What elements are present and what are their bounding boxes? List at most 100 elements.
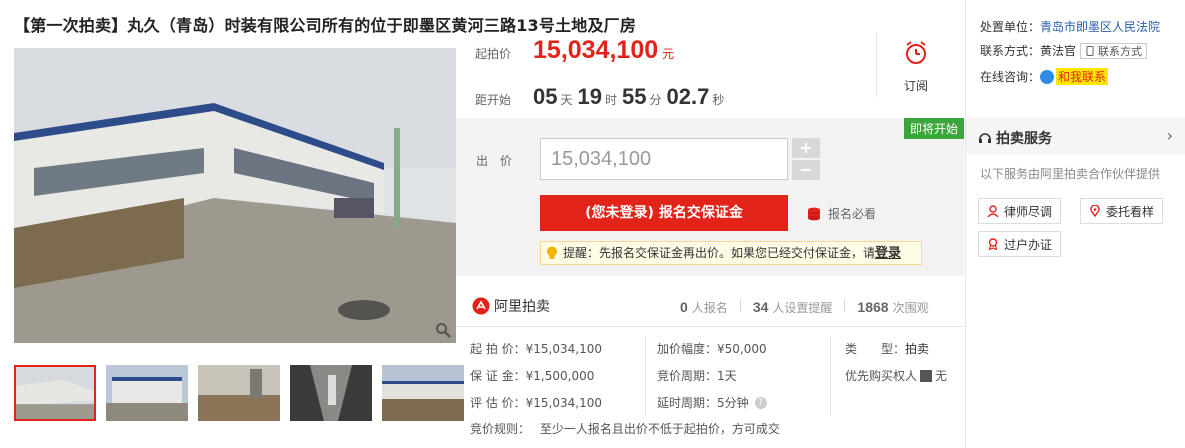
increase-button[interactable]: + xyxy=(792,138,820,158)
subscribe-divider xyxy=(876,32,877,97)
decrease-button[interactable]: − xyxy=(792,160,820,180)
views-count: 1868 xyxy=(857,299,889,315)
zoom-icon[interactable] xyxy=(432,319,454,341)
thumbnail-4[interactable] xyxy=(290,365,372,421)
status-badge: 即将开始 xyxy=(903,118,964,139)
court-info: 处置单位： 青岛市即墨区人民法院 xyxy=(980,18,1160,35)
detail-priority-value: 无 xyxy=(935,369,948,383)
lawyer-service-label: 律师尽调 xyxy=(1004,204,1053,219)
detail-appraisal: 评 估 价：¥15,034,100 xyxy=(470,394,602,411)
main-photo[interactable] xyxy=(14,48,456,343)
chat-info: 在线咨询： 和我联系 xyxy=(980,68,1109,85)
countdown-seconds: 02.7 xyxy=(666,84,710,109)
lawyer-icon xyxy=(987,205,999,217)
alarm-clock-icon xyxy=(906,41,926,64)
start-price-row: 起拍价 15,034,100 元 xyxy=(475,36,674,65)
countdown-days: 05 xyxy=(533,84,558,109)
detail-priority-label: 优先购买权人 xyxy=(845,369,918,383)
detail-deposit: 保 证 金：¥1,500,000 xyxy=(470,367,594,384)
start-price-unit: 元 xyxy=(662,47,675,61)
must-read-label: 报名必看 xyxy=(828,207,877,221)
detail-rules-label: 竞价规则： xyxy=(470,422,531,436)
detail-delay-label: 延时周期： xyxy=(657,396,718,410)
auction-service-header[interactable]: 拍卖服务 › xyxy=(966,118,1185,154)
viewing-service-button[interactable]: 委托看样 xyxy=(1080,198,1164,224)
thumbnail-2[interactable] xyxy=(106,365,188,421)
tip-text: 提醒：先报名交保证金再出价。如果您已经交付保证金，请 xyxy=(563,246,876,260)
contact-info: 联系方式： 黄法官 联系方式 xyxy=(980,42,1148,59)
reminder-count: 34 xyxy=(752,299,769,315)
contact-button-label: 联系方式 xyxy=(1098,44,1143,58)
detail-type-value: 拍卖 xyxy=(905,342,930,356)
lightbulb-icon xyxy=(547,246,557,259)
detail-start-price-label: 起 拍 价： xyxy=(470,342,526,356)
page-title: 【第一次拍卖】丸久（青岛）时装有限公司所有的位于即墨区黄河三路13号土地及厂房 xyxy=(14,16,637,35)
contact-label: 联系方式： xyxy=(980,44,1041,58)
detail-increment: 加价幅度：¥50,000 xyxy=(657,340,767,357)
detail-delay-value: 5分钟 xyxy=(717,396,749,410)
countdown-minutes: 55 xyxy=(622,84,647,109)
thumbnail-5[interactable] xyxy=(382,365,464,421)
countdown-hours-unit: 时 xyxy=(605,93,618,107)
detail-appraisal-value: ¥15,034,100 xyxy=(525,396,602,410)
transfer-service-label: 过户办证 xyxy=(1004,237,1053,252)
reminder-label: 人设置提醒 xyxy=(772,301,833,315)
headset-icon xyxy=(979,133,991,143)
info-square-icon[interactable] xyxy=(920,369,933,382)
bid-label: 出 价 xyxy=(476,154,516,168)
login-link[interactable]: 登录 xyxy=(875,246,901,261)
detail-increment-label: 加价幅度： xyxy=(657,342,718,356)
login-tip: 提醒：先报名交保证金再出价。如果您已经交付保证金，请登录 xyxy=(540,241,922,265)
detail-deposit-label: 保 证 金： xyxy=(470,369,526,383)
detail-type-label: 类 型： xyxy=(845,342,906,356)
detail-cycle: 竞价周期：1天 xyxy=(657,367,737,384)
viewing-service-label: 委托看样 xyxy=(1106,204,1155,219)
detail-rules: 竞价规则： 至少一人报名且出价不低于起拍价，方可成交 xyxy=(470,420,780,437)
ali-logo-text: 阿里拍卖 xyxy=(494,299,550,315)
countdown-minutes-unit: 分 xyxy=(649,93,662,107)
detail-cycle-value: 1天 xyxy=(717,369,737,383)
start-price-value: 15,034,100 xyxy=(533,36,659,64)
detail-type: 类 型：拍卖 xyxy=(845,340,929,357)
views-label: 次围观 xyxy=(892,301,929,315)
ali-logo-icon xyxy=(472,297,490,315)
right-column-divider xyxy=(965,0,966,448)
help-icon[interactable]: ? xyxy=(754,396,767,409)
phone-icon xyxy=(1086,45,1094,56)
detail-appraisal-label: 评 估 价： xyxy=(470,396,526,410)
transfer-service-button[interactable]: 过户办证 xyxy=(978,231,1062,257)
register-deposit-button[interactable]: (您未登录) 报名交保证金 xyxy=(540,195,788,231)
section-divider xyxy=(456,326,964,327)
court-link[interactable]: 青岛市即墨区人民法院 xyxy=(1040,18,1160,35)
detail-cycle-label: 竞价周期： xyxy=(657,369,718,383)
must-read-link[interactable]: 报名必看 xyxy=(806,205,876,222)
countdown-row: 距开始 05 天 19 时 55 分 02.7 秒 xyxy=(475,84,729,110)
countdown-label: 距开始 xyxy=(475,93,512,107)
coins-icon xyxy=(808,207,820,220)
lawyer-service-button[interactable]: 律师尽调 xyxy=(978,198,1062,224)
thumbnail-1[interactable] xyxy=(14,365,96,421)
registered-label: 人报名 xyxy=(691,301,728,315)
service-title: 拍卖服务 xyxy=(996,131,1052,147)
detail-start-price-value: ¥15,034,100 xyxy=(525,342,602,356)
thumbnail-3[interactable] xyxy=(198,365,280,421)
start-price-label: 起拍价 xyxy=(475,47,512,61)
countdown-hours: 19 xyxy=(577,84,602,109)
chat-button[interactable]: 和我联系 xyxy=(1056,68,1109,85)
chat-avatar-icon xyxy=(1040,69,1055,84)
factory-photo-image xyxy=(14,48,456,343)
detail-delay: 延时周期： 5分钟 ? xyxy=(657,394,767,411)
registered-count: 0 xyxy=(680,299,688,315)
subscribe-button[interactable]: 订阅 xyxy=(890,40,942,94)
bid-panel: 即将开始 出 价 15,034,100 + − (您未登录) 报名交保证金 报名… xyxy=(456,118,964,276)
bid-input[interactable]: 15,034,100 xyxy=(540,138,788,180)
contact-name: 黄法官 xyxy=(1040,44,1077,58)
certificate-icon xyxy=(988,238,998,250)
chat-label: 在线咨询： xyxy=(980,70,1041,84)
countdown-days-unit: 天 xyxy=(560,93,573,107)
detail-priority: 优先购买权人 无 xyxy=(845,367,947,384)
bid-stepper: + − xyxy=(792,138,820,180)
contact-button[interactable]: 联系方式 xyxy=(1080,42,1148,59)
auction-stats: 0 人报名 34 人设置提醒 1868 次围观 xyxy=(680,298,929,316)
detail-rules-value: 至少一人报名且出价不低于起拍价，方可成交 xyxy=(539,422,780,436)
